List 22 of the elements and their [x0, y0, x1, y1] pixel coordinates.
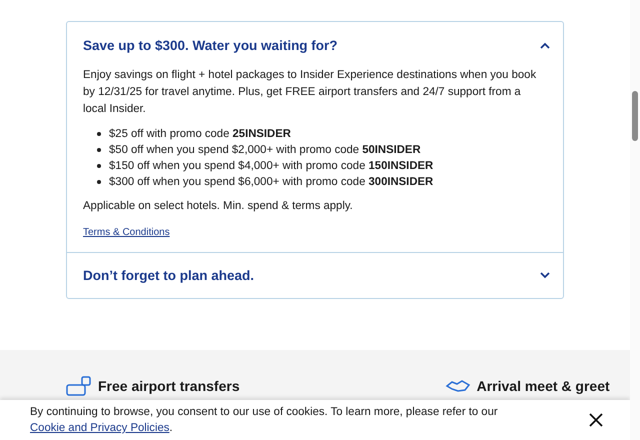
accordion-title[interactable]: Don’t forget to plan ahead.: [83, 268, 254, 283]
close-icon[interactable]: [589, 413, 603, 427]
accordion-title[interactable]: Save up to $300. Water you waiting for?: [83, 38, 338, 53]
offer-text: $50 off when you spend $2,000+ with promo code 50INSIDER: [109, 143, 421, 158]
chevron-down-icon[interactable]: [540, 272, 550, 279]
terms-link[interactable]: Terms & Conditions: [83, 227, 170, 238]
bullet-icon: [97, 180, 101, 184]
bullet-icon: [97, 148, 101, 152]
offer-text: $300 off when you spend $6,000+ with promo code 300INSIDER: [109, 175, 434, 190]
bullet-icon: [97, 132, 101, 136]
chevron-up-icon[interactable]: [540, 42, 550, 49]
offer-text: $150 off when you spend $4,000+ with promo code 150INSIDER: [109, 159, 434, 174]
feature-title: Free airport transfers: [98, 377, 240, 395]
cookie-policy-link[interactable]: Cookie and Privacy Policies: [30, 422, 170, 434]
offer-text: $25 off with promo code 25INSIDER: [109, 127, 291, 142]
terms-note: Applicable on select hotels. Min. spend & terms apply.: [83, 200, 354, 212]
description-text: Enjoy savings on flight + hotel packages to Insider Experience destinations when you book by 12/31/25 for travel anytime. Plus, get FREE airport transfers and 24/7 support from a local Insider.: [83, 68, 538, 117]
cookie-notice: By continuing to browse, you consent to our use of cookies. To learn more, please refer to our Cookie and Privacy Policies.: [30, 405, 499, 436]
feature-title: Arrival meet & greet: [476, 377, 610, 395]
bullet-icon: [97, 164, 101, 168]
scrollbar[interactable]: [630, 0, 640, 440]
shuttle-icon: [66, 376, 92, 396]
